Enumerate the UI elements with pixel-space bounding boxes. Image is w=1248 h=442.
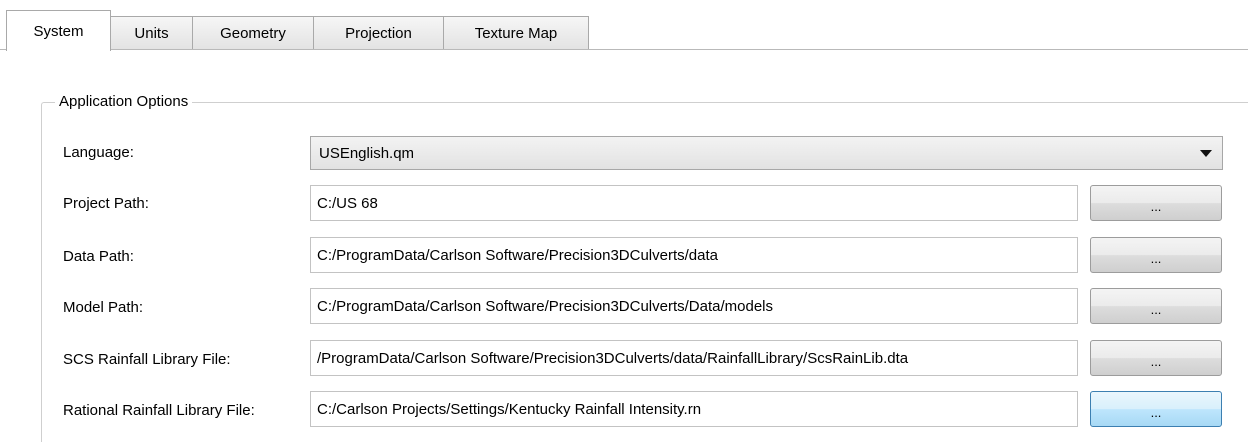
model-path-browse-button[interactable]: ... — [1090, 288, 1222, 324]
language-select[interactable]: USEnglish.qm — [310, 136, 1223, 170]
scs-rainfall-browse-button[interactable]: ... — [1090, 340, 1222, 376]
data-path-browse-button[interactable]: ... — [1090, 237, 1222, 273]
data-path-label: Data Path: — [63, 248, 134, 265]
model-path-label: Model Path: — [63, 299, 144, 316]
tab-system[interactable]: System — [6, 10, 111, 51]
rational-rainfall-browse-button[interactable]: ... — [1090, 391, 1222, 427]
data-path-input[interactable] — [310, 237, 1078, 273]
language-selected-value: USEnglish.qm — [319, 144, 415, 162]
scs-rainfall-input[interactable] — [310, 340, 1078, 376]
project-path-browse-button[interactable]: ... — [1090, 185, 1222, 221]
language-label: Language: — [63, 144, 134, 161]
group-title: Application Options — [55, 92, 193, 112]
tab-units[interactable]: Units — [110, 16, 193, 49]
model-path-input[interactable] — [310, 288, 1078, 324]
project-path-label: Project Path: — [63, 195, 149, 212]
scs-rainfall-label: SCS Rainfall Library File: — [63, 351, 231, 368]
tab-texture-map[interactable]: Texture Map — [443, 16, 589, 49]
tab-bar-divider — [0, 49, 1248, 50]
tab-projection[interactable]: Projection — [313, 16, 444, 49]
rational-rainfall-label: Rational Rainfall Library File: — [63, 402, 255, 419]
project-path-input[interactable] — [310, 185, 1078, 221]
tab-geometry[interactable]: Geometry — [192, 16, 314, 49]
chevron-down-icon — [1200, 149, 1212, 157]
rational-rainfall-input[interactable] — [310, 391, 1078, 427]
tab-bar: System Units Geometry Projection Texture… — [0, 0, 1248, 51]
